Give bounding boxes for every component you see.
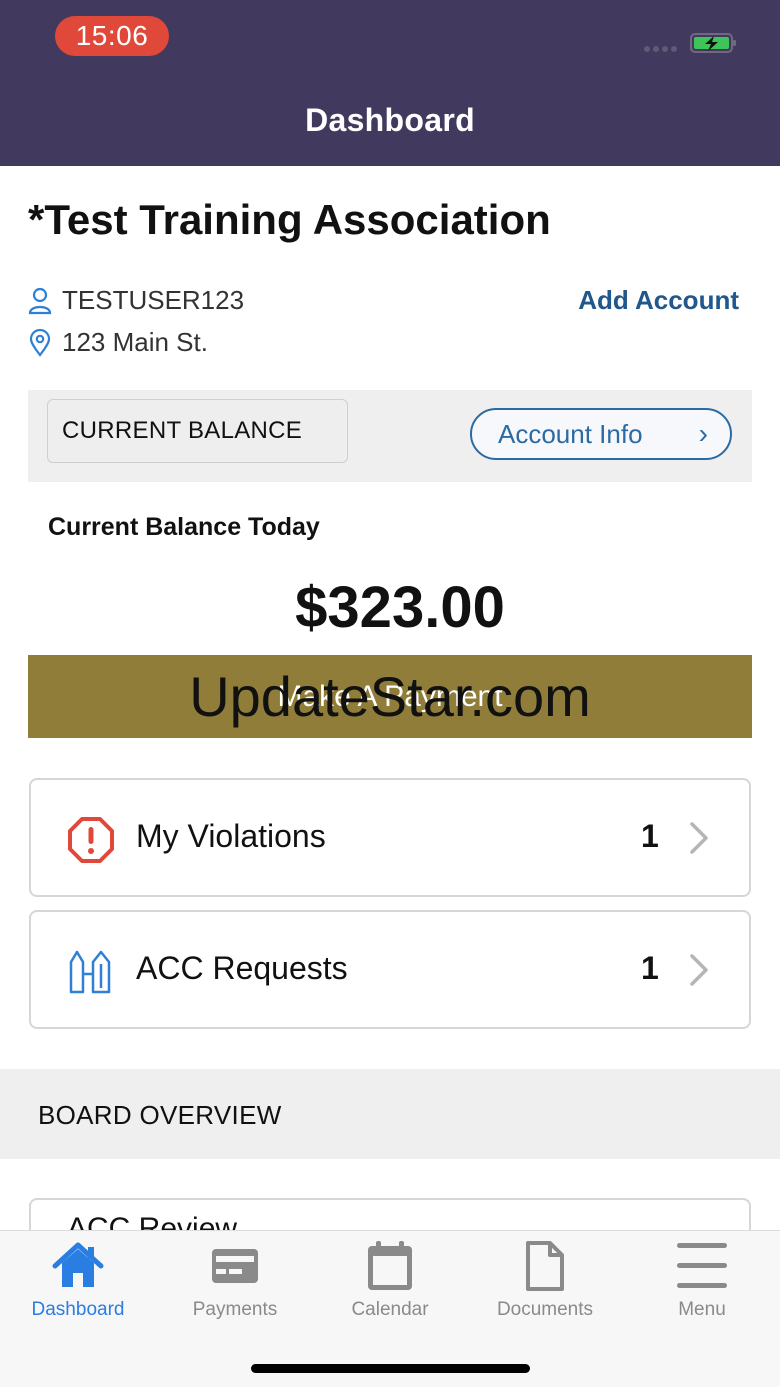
page-title: Dashboard	[305, 102, 475, 138]
add-account-link[interactable]: Add Account	[578, 285, 739, 316]
account-info-label: Account Info	[498, 419, 643, 449]
tab-payments-label: Payments	[192, 1299, 278, 1320]
tab-documents-label: Documents	[496, 1299, 594, 1320]
acc-requests-count: 1	[641, 950, 659, 986]
tab-calendar-label: Calendar	[351, 1299, 429, 1320]
home-icon	[52, 1242, 104, 1287]
tab-dashboard-label: Dashboard	[31, 1299, 125, 1320]
current-balance-tab[interactable]: CURRENT BALANCE	[47, 399, 348, 463]
chevron-right-icon	[690, 822, 708, 854]
association-name: *Test Training Association	[28, 196, 551, 243]
chevron-right-icon	[690, 954, 708, 986]
board-overview-title: BOARD OVERVIEW	[38, 1100, 282, 1130]
status-time: 15:06	[55, 16, 169, 56]
violations-card[interactable]: My Violations 1	[29, 778, 751, 897]
tab-menu[interactable]: Menu	[632, 1239, 772, 1321]
user-icon	[28, 287, 52, 314]
signal-icon	[644, 46, 680, 54]
tab-dashboard[interactable]: Dashboard	[8, 1239, 148, 1321]
tab-menu-label: Menu	[678, 1299, 726, 1320]
username-text: TESTUSER123	[62, 285, 245, 315]
acc-requests-label: ACC Requests	[136, 950, 348, 986]
chevron-right-icon: ›	[698, 418, 708, 449]
balance-today-label: Current Balance Today	[48, 513, 320, 541]
board-overview-header: BOARD OVERVIEW	[0, 1069, 780, 1159]
calendar-icon	[368, 1241, 412, 1290]
tab-documents[interactable]: Documents	[475, 1239, 615, 1321]
violations-count: 1	[641, 818, 659, 854]
top-bar: 15:06 Dashboard	[0, 0, 780, 166]
balance-tab-band: CURRENT BALANCE Account Info ›	[28, 390, 752, 482]
address-row: 123 Main St.	[28, 327, 208, 358]
make-payment-button[interactable]: Make A Payment	[28, 655, 752, 738]
tab-payments[interactable]: Payments	[165, 1239, 305, 1321]
home-indicator	[251, 1364, 530, 1373]
balance-amount: $323.00	[295, 575, 505, 640]
document-icon	[526, 1241, 564, 1291]
battery-icon	[690, 33, 736, 53]
building-icon	[69, 950, 111, 994]
credit-card-icon	[212, 1249, 258, 1283]
acc-requests-card[interactable]: ACC Requests 1	[29, 910, 751, 1029]
alert-octagon-icon	[68, 817, 114, 863]
username-row: TESTUSER123	[28, 285, 244, 316]
menu-icon	[677, 1243, 727, 1288]
account-info-button[interactable]: Account Info ›	[470, 408, 732, 460]
violations-label: My Violations	[136, 818, 326, 854]
bottom-tab-bar: Dashboard Payments Calendar Documents Me…	[0, 1230, 780, 1387]
address-text: 123 Main St.	[62, 327, 208, 357]
location-pin-icon	[29, 328, 51, 357]
tab-calendar[interactable]: Calendar	[320, 1239, 460, 1321]
